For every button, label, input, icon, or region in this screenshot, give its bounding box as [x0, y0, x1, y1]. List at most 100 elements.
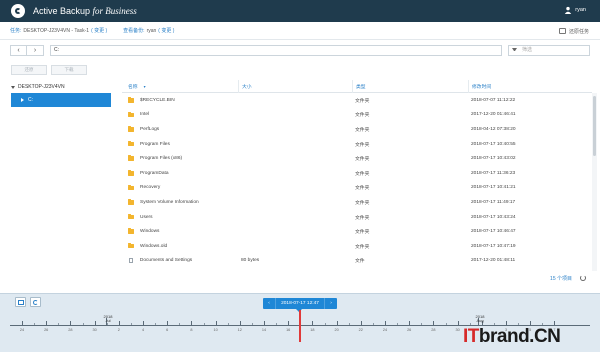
- timeline-minor-tick: [372, 323, 374, 325]
- timeline-minor-tick: [203, 323, 205, 325]
- folder-icon: [128, 199, 134, 205]
- refresh-icon[interactable]: [580, 275, 586, 281]
- table-body: $RECYCLE.BIN 文件夹 2018-07-07 11:12:22 Intel 文…: [122, 93, 592, 268]
- table-row[interactable]: Windows 文件夹 2018-07-17 10:46:47: [122, 224, 592, 239]
- timeline-major-tick: [506, 321, 507, 325]
- expand-caret-icon[interactable]: [11, 85, 15, 89]
- folder-icon: [128, 155, 134, 161]
- column-name[interactable]: 名称 ▾: [122, 80, 238, 93]
- task-value: DESKTOP-J23V4VN - Task-1: [23, 27, 90, 34]
- download-button[interactable]: 下载: [51, 65, 87, 75]
- task-info: 任务: DESKTOP-J23V4VN - Task-1 ( 变更 ): [10, 27, 107, 35]
- timeline-day-label: 2: [117, 328, 120, 332]
- current-time-indicator[interactable]: [299, 310, 301, 342]
- calendar-button[interactable]: [15, 297, 26, 307]
- change-restorer-link[interactable]: ( 变更 ): [158, 27, 174, 34]
- table-row[interactable]: Recovery 文件夹 2018-07-17 10:41:21: [122, 181, 592, 196]
- table-row[interactable]: $RECYCLE.BIN 文件夹 2018-07-07 11:12:22: [122, 93, 592, 108]
- table-row[interactable]: ProgramData 文件夹 2018-07-17 11:36:23: [122, 166, 592, 181]
- cell-name: Users: [122, 213, 238, 220]
- file-name: Intel: [140, 112, 150, 118]
- next-version-button[interactable]: ›: [325, 301, 337, 306]
- timeline-major-tick: [167, 321, 169, 325]
- cell-name: ProgramData: [122, 170, 238, 176]
- cell-name: Program Files: [122, 140, 238, 147]
- timeline-minor-tick: [34, 323, 36, 325]
- timeline-day-label: 10: [213, 328, 218, 332]
- refresh-timeline-button[interactable]: [30, 297, 41, 307]
- table-row[interactable]: Documents and Settings 80 bytes 文件 2017-12-…: [122, 254, 592, 269]
- timeline-major-tick: [312, 321, 314, 325]
- timeline-minor-tick: [518, 323, 520, 325]
- cell-type: 文件夹: [355, 230, 370, 236]
- cell-type: 文件夹: [355, 186, 370, 192]
- timeline-tools: [15, 297, 41, 307]
- table-row[interactable]: System Volume Information 文件夹 2018-07-17 1…: [122, 195, 592, 210]
- forward-button[interactable]: ›: [27, 45, 44, 56]
- change-task-link[interactable]: ( 变更 ): [91, 27, 107, 34]
- prev-version-button[interactable]: ‹: [263, 301, 275, 306]
- cell-name: Documents and Settings: [122, 258, 238, 264]
- column-type[interactable]: 类型: [352, 79, 468, 93]
- timeline-day-label: 30: [92, 328, 97, 332]
- collapse-arrow-icon[interactable]: [21, 98, 24, 102]
- timeline-major-tick: [239, 321, 241, 325]
- table-header: 名称 ▾ 大小 类型 修改时间: [122, 79, 592, 93]
- watermark-brand: brand.CN: [478, 326, 561, 347]
- column-modified[interactable]: 修改时间: [468, 79, 592, 93]
- table-row[interactable]: Windows.old 文件夹 2018-07-17 10:47:19: [122, 239, 592, 254]
- folder-icon: [128, 228, 134, 234]
- timeline-day-label: 8: [190, 328, 193, 332]
- timeline-minor-tick: [227, 323, 229, 325]
- table-row[interactable]: Users 文件夹 2018-07-17 10:43:24: [122, 210, 592, 225]
- tree-item-c-drive[interactable]: C:: [11, 93, 111, 107]
- timeline-major-tick: [336, 321, 338, 325]
- cell-name: Windows: [122, 228, 238, 235]
- timeline-day-label: 24: [19, 328, 25, 332]
- cell-modified: 2018-07-17 11:49:17: [471, 199, 516, 205]
- file-name: Windows: [140, 229, 160, 235]
- tree-root-device[interactable]: DESKTOP-J23V4VN: [11, 81, 111, 93]
- watermark-prefix: IT: [463, 326, 479, 347]
- file-table: 名称 ▾ 大小 类型 修改时间 $RECYCLE.BIN 文件夹 2018-07-0…: [122, 79, 592, 268]
- table-scrollbar-thumb[interactable]: [593, 96, 596, 156]
- filter-input[interactable]: 筛选: [508, 45, 590, 56]
- restore-task-button[interactable]: 还原任务: [558, 25, 589, 37]
- timeline-major-tick: [433, 321, 435, 325]
- folder-icon: [128, 140, 134, 147]
- timeline-major-tick: [46, 321, 48, 325]
- table-footer: 15 个项目: [122, 272, 592, 284]
- table-row[interactable]: Intel 文件夹 2017-12-20 01:46:41: [122, 108, 592, 123]
- cell-type: 文件夹: [355, 200, 370, 206]
- table-row[interactable]: PerfLogs 文件夹 2018-04-12 07:38:20: [122, 122, 592, 137]
- folder-icon: [128, 126, 134, 132]
- app-title: Active Backup for Business: [33, 6, 137, 16]
- back-button[interactable]: ‹: [10, 45, 27, 56]
- item-count: 15 个项目: [550, 275, 572, 282]
- cell-modified: 2018-07-17 10:46:47: [471, 229, 516, 235]
- cell-modified: 2018-07-17 10:47:19: [471, 243, 516, 249]
- user-menu[interactable]: ryan: [564, 6, 586, 14]
- file-name: $RECYCLE.BIN: [140, 97, 175, 103]
- folder-icon: [128, 184, 134, 191]
- path-input[interactable]: C:: [50, 45, 502, 56]
- column-name-label: 名称: [128, 84, 138, 90]
- table-row[interactable]: Program Files (x86) 文件夹 2018-07-17 10:43:0…: [122, 151, 592, 166]
- timeline-major-tick: [264, 321, 265, 325]
- cell-modified: 2018-07-17 10:43:24: [471, 214, 516, 220]
- file-name: Users: [140, 214, 153, 220]
- year-marker-aug: 2018 Aug: [475, 314, 485, 323]
- filter-icon: [512, 48, 517, 53]
- table-row[interactable]: Program Files 文件夹 2018-07-17 10:40:55: [122, 137, 592, 152]
- restore-button[interactable]: 还原: [11, 65, 47, 75]
- user-icon: [565, 6, 572, 14]
- timeline-major-tick: [191, 321, 193, 325]
- timeline-major-tick: [288, 321, 290, 325]
- refresh-icon: [33, 299, 38, 305]
- column-size[interactable]: 大小: [238, 79, 352, 93]
- folder-icon: [128, 213, 134, 220]
- file-name: PerfLogs: [140, 126, 160, 132]
- watermark: ITbrand.CN: [463, 326, 561, 348]
- timeline-major-tick: [360, 321, 362, 325]
- restore-task-label: 还原任务: [568, 28, 589, 35]
